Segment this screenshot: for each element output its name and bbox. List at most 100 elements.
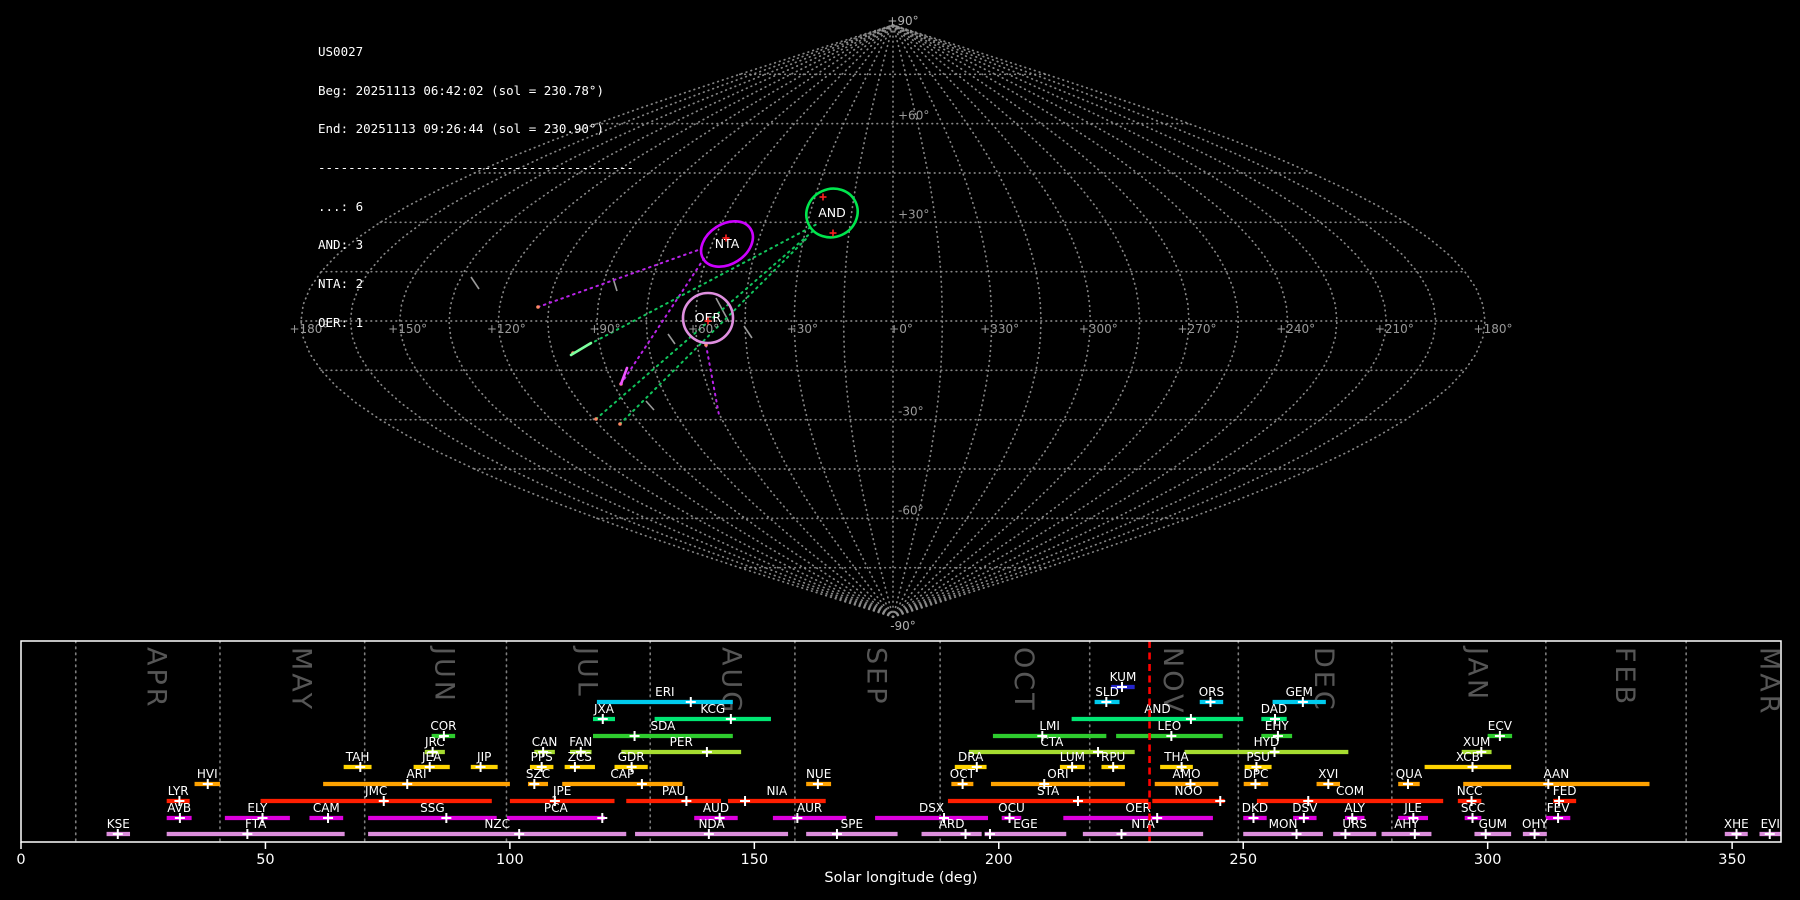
shower-label-kse: KSE (107, 817, 130, 831)
session-info: US0027 Beg: 20251113 06:42:02 (sol = 230… (318, 20, 634, 355)
count-sporadic: ...: 6 (318, 198, 364, 214)
shower-label-cam: CAM (313, 801, 340, 815)
shower-label-pca: PCA (544, 801, 569, 815)
month-label-mar: MAR (1753, 647, 1784, 717)
shower-label-pps: PPS (531, 750, 553, 764)
shower-label-jip: JIP (476, 750, 491, 764)
screenshot-root: AND NTA OER +90° -90° +60° +30° -30° -60° +180° +1… (0, 0, 1800, 900)
shower-label-leo: LEO (1158, 719, 1182, 733)
peak-marker-sta (1072, 796, 1083, 806)
shower-label-gem: GEM (1286, 685, 1313, 699)
lat-label: -60° (898, 503, 924, 517)
shower-label-jea: JEA (421, 750, 442, 764)
shower-label-amo: AMO (1173, 767, 1201, 781)
shower-label-dpc: DPC (1244, 767, 1269, 781)
shower-label-ors: ORS (1199, 685, 1224, 699)
lon-label: +270° (1178, 322, 1217, 336)
peak-marker-sda (629, 731, 640, 741)
meteor-radar-display: ANDNTAOER+90°-90°+60°+30°-30°-60°+180° +1… (16, 14, 1784, 886)
pole-label-south: -90° (890, 619, 916, 633)
shower-label-scc: SCC (1461, 801, 1485, 815)
peak-marker-per (701, 747, 712, 757)
shower-label-jpe: JPE (552, 784, 571, 798)
shower-label-eri: ERI (655, 685, 674, 699)
peak-marker-nzc (514, 829, 525, 839)
shower-label-fan: FAN (569, 735, 592, 749)
shower-label-ahy: AHY (1394, 817, 1419, 831)
timeline-chart: APR MAY JUN JUL AUG SEP OCT NOV DEC JAN FEB MARKUME… (16, 640, 1784, 886)
shower-label-sld: SLD (1095, 685, 1119, 699)
count-nta: NTA: 2 (318, 276, 364, 292)
peak-marker-eri (685, 697, 696, 707)
shower-label-ari: ARI (406, 767, 426, 781)
lat-label: +30° (898, 207, 929, 221)
shower-label-nia: NIA (766, 784, 788, 798)
month-label-jul: JUL (571, 645, 602, 699)
x-tick-label: 50 (256, 852, 274, 868)
shower-label-dsv: DSV (1292, 801, 1318, 815)
shower-label-jrc: JRC (424, 735, 445, 749)
shower-label-xhe: XHE (1724, 817, 1749, 831)
shower-label-aly: ALY (1344, 801, 1365, 815)
shower-label-tha: THA (1163, 750, 1189, 764)
lon-label: +330° (980, 322, 1019, 336)
shower-label-urs: URS (1342, 817, 1367, 831)
chart-frame (20, 640, 1782, 843)
meteor-trail (705, 344, 720, 416)
shower-label-cap: CAP (610, 767, 634, 781)
shower-label-oer: OER (1125, 801, 1150, 815)
month-label-feb: FEB (1609, 647, 1640, 707)
shower-label-nta: NTA (1131, 817, 1155, 831)
shower-label-cor: COR (430, 719, 456, 733)
shower-label-xum: XUM (1463, 735, 1490, 749)
x-tick-label: 250 (1229, 852, 1257, 868)
x-tick-label: 100 (496, 852, 524, 868)
shower-label-aan: AAN (1543, 767, 1569, 781)
shower-label-kcg: KCG (700, 702, 725, 716)
count-oer: OER: 1 (318, 314, 364, 330)
shower-label-jmc: JMC (364, 784, 387, 798)
x-tick-label: 350 (1718, 852, 1746, 868)
trail-start-dot (618, 422, 622, 426)
shower-label-nda: NDA (698, 817, 725, 831)
trail-start-dot (594, 417, 598, 421)
peak-marker-noo (1215, 796, 1226, 806)
shower-label-fed: FED (1553, 784, 1577, 798)
shower-label-ncc: NCC (1457, 784, 1483, 798)
shower-label-ard: ARD (939, 817, 965, 831)
shower-label-ege: EGE (1013, 817, 1037, 831)
peak-marker-nta (1116, 829, 1127, 839)
peak-marker-pca (597, 813, 608, 823)
shower-label-fta: FTA (245, 817, 267, 831)
shower-label-lmi: LMI (1039, 719, 1060, 733)
month-label-apr: APR (141, 647, 172, 710)
shower-label-ehy: EHY (1265, 719, 1290, 733)
sporadic-trail (645, 400, 655, 411)
lon-label: +180° (1474, 322, 1513, 336)
month-label-sep: SEP (860, 647, 891, 706)
shower-label-ohy: OHY (1522, 817, 1548, 831)
shower-label-oct: OCT (950, 767, 976, 781)
end-time: End: 20251113 09:26:44 (sol = 230.90°) (318, 121, 604, 137)
shower-label-lum: LUM (1060, 750, 1085, 764)
shower-label-ocu: OCU (998, 801, 1025, 815)
shower-label-per: PER (670, 735, 693, 749)
shower-label-rpu: RPU (1101, 750, 1125, 764)
shower-label-kum: KUM (1110, 670, 1137, 684)
shower-label-jxa: JXA (593, 702, 615, 716)
peak-marker-and (1185, 714, 1196, 724)
shower-label-cta: CTA (1040, 735, 1064, 749)
shower-label-ori: ORI (1047, 767, 1068, 781)
shower-label-qua: QUA (1396, 767, 1423, 781)
shower-label-com: COM (1336, 784, 1364, 798)
shower-label-mon: MON (1269, 817, 1298, 831)
shower-label-and: AND (1144, 702, 1170, 716)
shower-label-noo: NOO (1175, 784, 1203, 798)
shower-label-gdr: GDR (618, 750, 645, 764)
shower-label-ssg: SSG (420, 801, 445, 815)
shower-label-nzc: NZC (484, 817, 510, 831)
shower-label-sta: STA (1037, 784, 1060, 798)
shower-label-gum: GUM (1479, 817, 1507, 831)
grid-meridian (892, 24, 1437, 618)
x-tick-label: 200 (985, 852, 1013, 868)
